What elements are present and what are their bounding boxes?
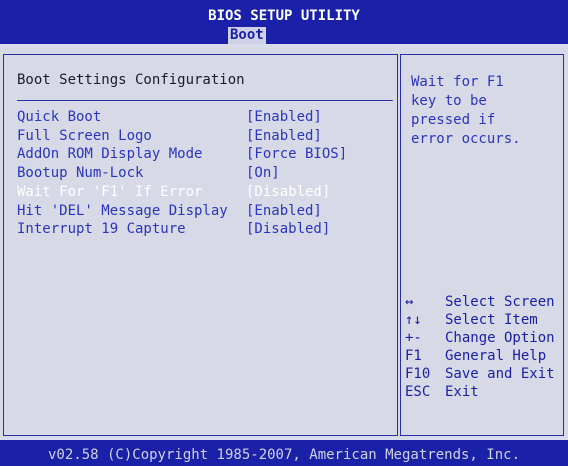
key-legend-row: F1 General Help — [403, 347, 563, 365]
setting-value[interactable]: [Enabled] — [246, 127, 322, 145]
key-description: Exit — [445, 384, 479, 400]
arrow-up-down-icon: ↑↓ — [405, 312, 422, 328]
setting-quick-boot[interactable]: Quick Boot [Enabled] — [17, 108, 397, 126]
setting-wait-for-f1[interactable]: Wait For 'F1' If Error [Disabled] — [17, 183, 397, 201]
setting-value[interactable]: [On] — [246, 164, 280, 182]
key-description: Change Option — [445, 330, 555, 346]
help-text: Wait for F1 key to be pressed if error o… — [411, 74, 521, 147]
setting-label: AddOn ROM Display Mode — [17, 146, 203, 162]
key-description: General Help — [445, 348, 547, 364]
arrow-left-right-icon: ↔ — [405, 294, 414, 310]
setting-label: Full Screen Logo — [17, 128, 152, 144]
setting-label: Hit 'DEL' Message Display — [17, 203, 228, 219]
plus-minus-key: +- — [405, 330, 422, 346]
setting-value[interactable]: [Disabled] — [246, 183, 330, 201]
key-legend-row: ESC Exit — [403, 383, 563, 401]
setting-label: Wait For 'F1' If Error — [17, 184, 203, 200]
app-title: BIOS SETUP UTILITY — [208, 8, 360, 24]
setting-bootup-num-lock[interactable]: Bootup Num-Lock [On] — [17, 164, 397, 182]
key-legend: ↔ Select Screen ↑↓ Select Item +- Change… — [403, 293, 563, 401]
section-title: Boot Settings Configuration — [17, 72, 245, 88]
setting-full-screen-logo[interactable]: Full Screen Logo [Enabled] — [17, 127, 397, 145]
key-description: Save and Exit — [445, 366, 555, 382]
esc-key: ESC — [405, 384, 431, 400]
setting-addon-rom-display-mode[interactable]: AddOn ROM Display Mode [Force BIOS] — [17, 145, 397, 163]
setting-value[interactable]: [Enabled] — [246, 108, 322, 126]
setting-value[interactable]: [Force BIOS] — [246, 145, 347, 163]
setting-value[interactable]: [Disabled] — [246, 220, 330, 238]
help-panel: Wait for F1 key to be pressed if error o… — [400, 54, 564, 436]
key-description: Select Item — [445, 312, 538, 328]
key-description: Select Screen — [445, 294, 555, 310]
section-divider — [17, 100, 393, 101]
footer-bar: v02.58 (C)Copyright 1985-2007, American … — [0, 438, 568, 466]
settings-panel: Boot Settings Configuration Quick Boot [… — [3, 54, 398, 436]
key-legend-row: F10 Save and Exit — [403, 365, 563, 383]
key-legend-row: ↔ Select Screen — [403, 293, 563, 311]
key-legend-row: ↑↓ Select Item — [403, 311, 563, 329]
setting-label: Quick Boot — [17, 109, 102, 125]
key-legend-row: +- Change Option — [403, 329, 563, 347]
setting-value[interactable]: [Enabled] — [246, 202, 322, 220]
setting-interrupt-19-capture[interactable]: Interrupt 19 Capture [Disabled] — [17, 220, 397, 238]
setting-hit-del-message[interactable]: Hit 'DEL' Message Display [Enabled] — [17, 202, 397, 220]
f10-key: F10 — [405, 366, 431, 382]
setting-label: Interrupt 19 Capture — [17, 221, 186, 237]
main-area: Boot Settings Configuration Quick Boot [… — [0, 46, 568, 438]
setting-label: Bootup Num-Lock — [17, 165, 144, 181]
copyright-text: v02.58 (C)Copyright 1985-2007, American … — [47, 447, 520, 463]
f1-key: F1 — [405, 348, 422, 364]
tab-boot[interactable]: Boot — [228, 27, 266, 44]
title-bar: BIOS SETUP UTILITY Boot — [0, 0, 568, 46]
